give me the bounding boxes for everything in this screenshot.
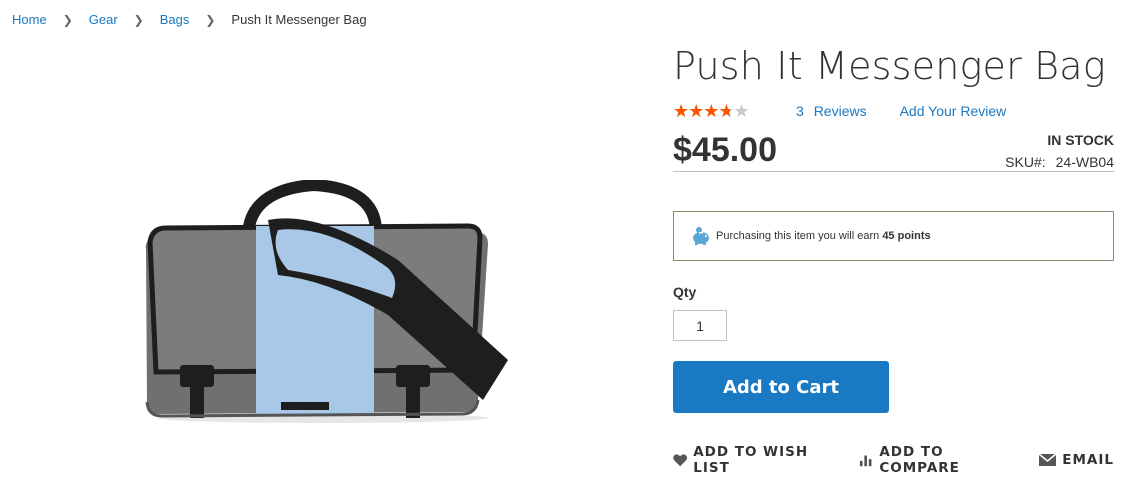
qty-label: Qty [673,284,697,300]
breadcrumb-bags[interactable]: Bags [160,12,190,27]
page-title: Push It Messenger Bag [673,44,1106,88]
product-sku: SKU#: 24-WB04 [1005,154,1114,170]
product-social-actions: Add to Wish List Add to Compare Email [673,444,1114,476]
breadcrumb-current: Push It Messenger Bag [231,12,367,27]
breadcrumb: Home ❯ Gear ❯ Bags ❯ Push It Messenger B… [12,12,367,27]
chevron-right-icon: ❯ [62,12,73,27]
breadcrumb-home[interactable]: Home [12,12,47,27]
add-review-link[interactable]: Add Your Review [900,103,1007,119]
rating-stars: ★★★★★ ★★★★★ [673,102,761,120]
envelope-icon [1039,454,1057,466]
reviews-summary: ★★★★★ ★★★★★ 3 Reviews Add Your Review [673,102,1114,120]
heart-icon [673,454,688,467]
reward-points-banner: Purchasing this item you will earn 45 po… [673,211,1114,261]
add-to-compare-link[interactable]: Add to Compare [859,444,1013,476]
email-link[interactable]: Email [1039,452,1114,468]
piggy-bank-icon [693,227,709,245]
reward-points-text: Purchasing this item you will earn [716,230,880,242]
reviews-link[interactable]: 3 Reviews [796,103,867,119]
product-image[interactable] [138,180,510,425]
price-stock-row: $45.00 IN STOCK SKU#: 24-WB04 [673,130,1114,172]
breadcrumb-gear[interactable]: Gear [89,12,118,27]
chevron-right-icon: ❯ [205,12,216,27]
product-gallery[interactable] [0,40,650,481]
reward-points-value: 45 points [882,230,931,242]
product-price: $45.00 [673,131,777,169]
chevron-right-icon: ❯ [133,12,144,27]
qty-input[interactable] [673,310,727,341]
stock-status: IN STOCK [1047,132,1114,148]
bar-chart-icon [859,455,872,467]
add-to-cart-button[interactable]: Add to Cart [673,361,889,413]
add-to-wishlist-link[interactable]: Add to Wish List [673,444,833,476]
product-info: Push It Messenger Bag ★★★★★ ★★★★★ 3 Revi… [673,40,1114,476]
star-icon: ★★★★★ [673,102,731,120]
